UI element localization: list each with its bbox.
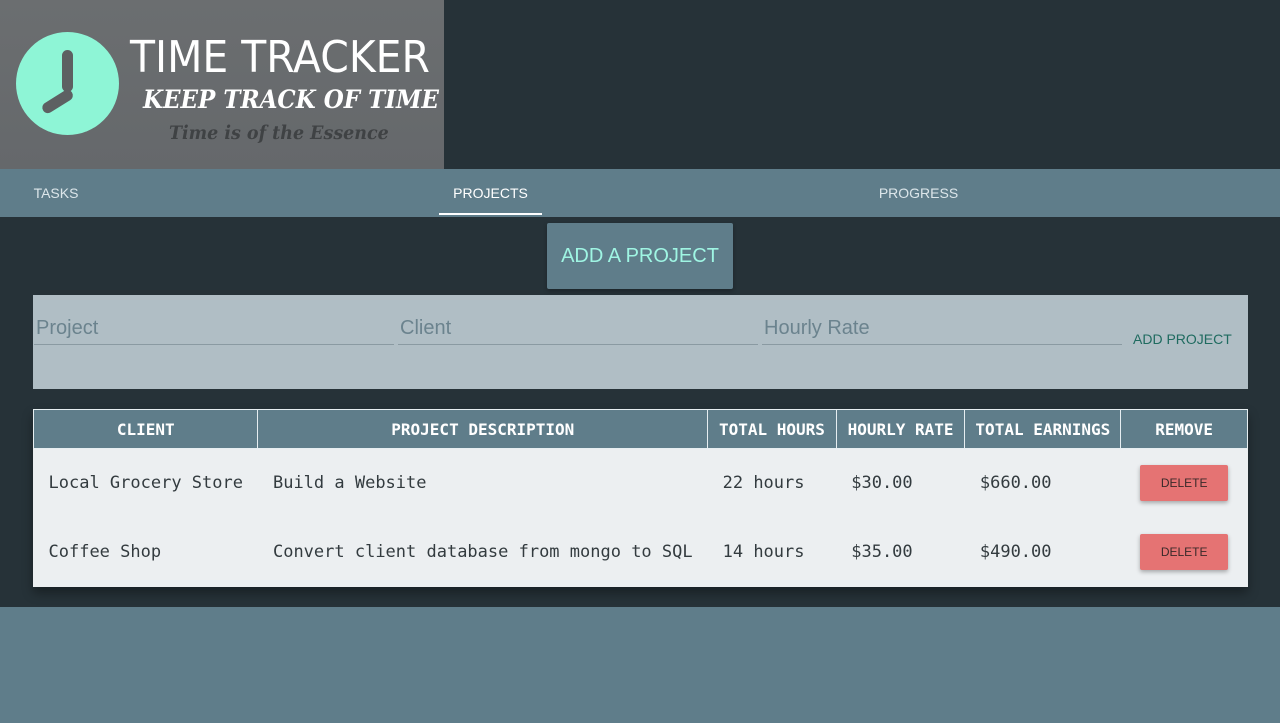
logo-subtitle: KEEP TRACK OF TIME xyxy=(143,85,439,114)
tab-progress[interactable]: PROGRESS xyxy=(860,169,977,217)
cell-rate: $35.00 xyxy=(851,542,913,562)
cell-earnings: $660.00 xyxy=(979,473,1052,494)
logo-title: TIME TRACKER xyxy=(130,32,430,83)
header-hourly-rate: HOURLY RATE xyxy=(835,409,966,449)
logo-tagline: Time is of the Essence xyxy=(169,122,389,144)
add-project-form: ADD PROJECT xyxy=(33,295,1248,389)
cell-client: Local Grocery Store xyxy=(48,473,243,494)
tab-projects[interactable]: PROJECTS xyxy=(439,169,542,217)
cell-rate: $30.00 xyxy=(851,473,913,494)
nav-tabs: TASKS PROJECTS PROGRESS xyxy=(0,169,1280,217)
header-total-hours: TOTAL HOURS xyxy=(707,409,837,449)
clock-hour-hand xyxy=(40,87,75,116)
clock-minute-hand xyxy=(62,50,73,92)
table-row: Coffee Shop Convert client database from… xyxy=(34,518,1248,587)
active-tab-indicator xyxy=(439,213,542,215)
header-total-earnings: TOTAL EARNINGS xyxy=(964,409,1122,449)
add-project-button[interactable]: ADD PROJECT xyxy=(1133,331,1232,347)
delete-button[interactable]: DELETE xyxy=(1140,465,1229,502)
client-input[interactable] xyxy=(398,313,758,345)
table-row: Local Grocery Store Build a Website 22 h… xyxy=(34,449,1248,518)
tab-tasks[interactable]: TASKS xyxy=(0,169,112,217)
clock-icon xyxy=(16,32,119,135)
cell-hours: 22 hours xyxy=(722,473,805,494)
cell-hours: 14 hours xyxy=(722,542,805,562)
cell-earnings: $490.00 xyxy=(979,542,1052,562)
add-project-header[interactable]: ADD A PROJECT xyxy=(547,223,733,289)
header-remove: REMOVE xyxy=(1120,409,1248,449)
cell-client: Coffee Shop xyxy=(48,542,162,562)
cell-description: Convert client database from mongo to SQ… xyxy=(272,542,693,562)
cell-remove: DELETE xyxy=(1121,449,1248,518)
table-header-row: CLIENT PROJECT DESCRIPTION TOTAL HOURS H… xyxy=(32,409,1248,449)
delete-button[interactable]: DELETE xyxy=(1140,534,1229,570)
hourly-rate-input[interactable] xyxy=(762,313,1122,345)
header-client: CLIENT xyxy=(32,409,259,449)
logo-banner: TIME TRACKER KEEP TRACK OF TIME Time is … xyxy=(0,0,444,169)
project-input[interactable] xyxy=(34,313,394,345)
header-description: PROJECT DESCRIPTION xyxy=(257,409,709,449)
cell-description: Build a Website xyxy=(272,473,427,494)
cell-remove: DELETE xyxy=(1121,518,1248,587)
projects-table: CLIENT PROJECT DESCRIPTION TOTAL HOURS H… xyxy=(32,409,1248,587)
